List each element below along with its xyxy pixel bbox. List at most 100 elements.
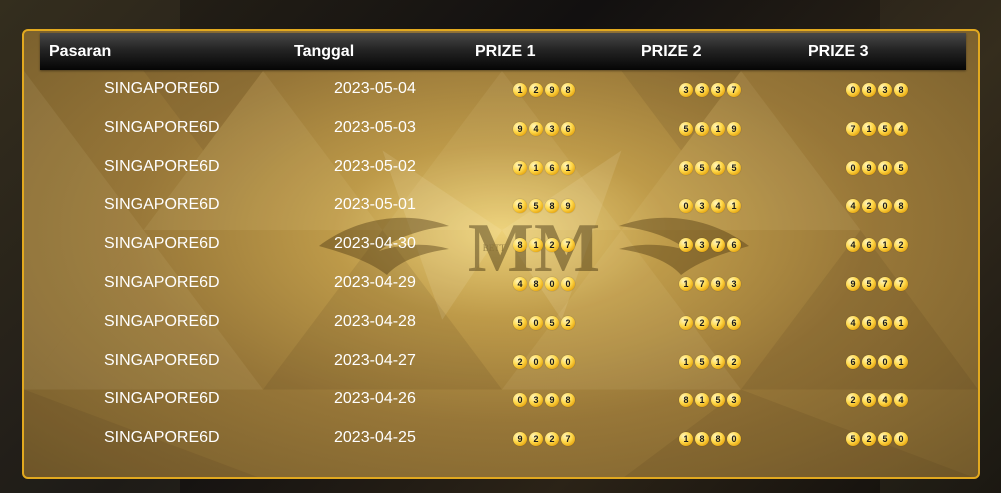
prize-2-balls: 7276 [679,315,741,330]
number-ball: 2 [862,199,876,214]
number-ball: 5 [695,354,709,369]
header-prize-1: PRIZE 1 [475,43,536,60]
number-ball: 2 [894,238,908,253]
number-ball: 1 [711,354,725,369]
number-ball: 5 [545,315,559,330]
number-ball: 1 [862,121,876,136]
number-ball: 5 [878,121,892,136]
number-ball: 1 [679,354,693,369]
number-ball: 9 [711,277,725,291]
number-ball: 4 [894,121,908,136]
number-ball: 1 [711,121,725,136]
prize-3-balls: 5250 [846,432,908,447]
number-ball: 1 [878,238,892,253]
prize-1-balls: 2000 [513,354,575,369]
number-ball: 6 [862,315,876,330]
number-ball: 1 [894,315,908,330]
number-ball: 8 [529,277,543,291]
number-ball: 7 [711,315,725,330]
number-ball: 6 [695,121,709,136]
tanggal-cell: 2023-05-01 [334,196,416,214]
number-ball: 4 [529,121,543,136]
number-ball: 5 [878,432,892,447]
table-row: SINGAPORE6D 2023-05-03 9 4 3 6 5 6 1 9 7 1 5 4 [24,109,978,148]
prize-1-balls: 0398 [513,393,575,408]
number-ball: 5 [846,432,860,447]
prize-2-balls: 1880 [679,432,741,447]
number-ball: 1 [561,160,575,175]
number-ball: 9 [846,277,860,291]
number-ball: 0 [679,199,693,214]
number-ball: 4 [846,315,860,330]
number-ball: 9 [545,83,559,97]
prize-2-balls: 8545 [679,160,741,175]
prize-3-balls: 2644 [846,393,908,408]
prize-3-balls: 9577 [846,277,908,291]
number-ball: 0 [561,277,575,291]
tanggal-cell: 2023-04-28 [334,312,416,330]
number-ball: 7 [846,121,860,136]
number-ball: 8 [513,238,527,253]
number-ball: 6 [727,238,741,253]
header-prize-3: PRIZE 3 [808,43,869,60]
number-ball: 4 [513,277,527,291]
prize-1-balls: 6589 [513,199,575,214]
number-ball: 2 [561,315,575,330]
number-ball: 8 [679,393,693,408]
number-ball: 2 [545,238,559,253]
number-ball: 0 [878,354,892,369]
prize-1-balls: 5052 [513,315,575,330]
number-ball: 3 [695,199,709,214]
table-row: SINGAPORE6D 2023-04-29 4 8 0 0 1 7 9 3 9 5 7 7 [24,264,978,303]
tanggal-cell: 2023-04-29 [334,274,416,291]
prize-3-balls: 7154 [846,121,908,136]
pasaran-cell: SINGAPORE6D [104,390,220,408]
table-row: SINGAPORE6D 2023-04-27 2 0 0 0 1 5 1 2 6 8 0 1 [24,342,978,381]
number-ball: 7 [894,277,908,291]
number-ball: 2 [513,354,527,369]
prize-3-balls: 4208 [846,199,908,214]
number-ball: 0 [846,83,860,97]
number-ball: 2 [545,432,559,447]
number-ball: 5 [862,277,876,291]
prize-3-balls: 6801 [846,354,908,369]
number-ball: 3 [878,83,892,97]
number-ball: 0 [878,199,892,214]
number-ball: 0 [894,432,908,447]
number-ball: 7 [679,315,693,330]
prize-2-balls: 5619 [679,121,741,136]
pasaran-cell: SINGAPORE6D [104,196,220,214]
number-ball: 9 [561,199,575,214]
number-ball: 2 [695,315,709,330]
pasaran-cell: SINGAPORE6D [104,157,220,175]
number-ball: 0 [545,354,559,369]
prize-1-balls: 9436 [513,121,575,136]
number-ball: 3 [679,83,693,97]
pasaran-cell: SINGAPORE6D [104,118,220,136]
number-ball: 7 [727,83,741,97]
pasaran-cell: SINGAPORE6D [104,274,220,291]
number-ball: 7 [695,277,709,291]
number-ball: 8 [695,432,709,447]
number-ball: 6 [727,315,741,330]
prize-1-balls: 9227 [513,432,575,447]
number-ball: 8 [711,432,725,447]
number-ball: 7 [513,160,527,175]
number-ball: 1 [695,393,709,408]
prize-1-balls: 1298 [513,83,575,97]
tanggal-cell: 2023-04-27 [334,351,416,369]
number-ball: 6 [862,238,876,253]
number-ball: 8 [862,354,876,369]
number-ball: 9 [513,121,527,136]
number-ball: 6 [846,354,860,369]
number-ball: 5 [695,160,709,175]
number-ball: 7 [711,238,725,253]
number-ball: 8 [679,160,693,175]
number-ball: 9 [513,432,527,447]
prize-2-balls: 8153 [679,393,741,408]
prize-1-balls: 4800 [513,277,575,291]
number-ball: 8 [545,199,559,214]
number-ball: 6 [862,393,876,408]
number-ball: 1 [727,199,741,214]
prize-3-balls: 0905 [846,160,908,175]
